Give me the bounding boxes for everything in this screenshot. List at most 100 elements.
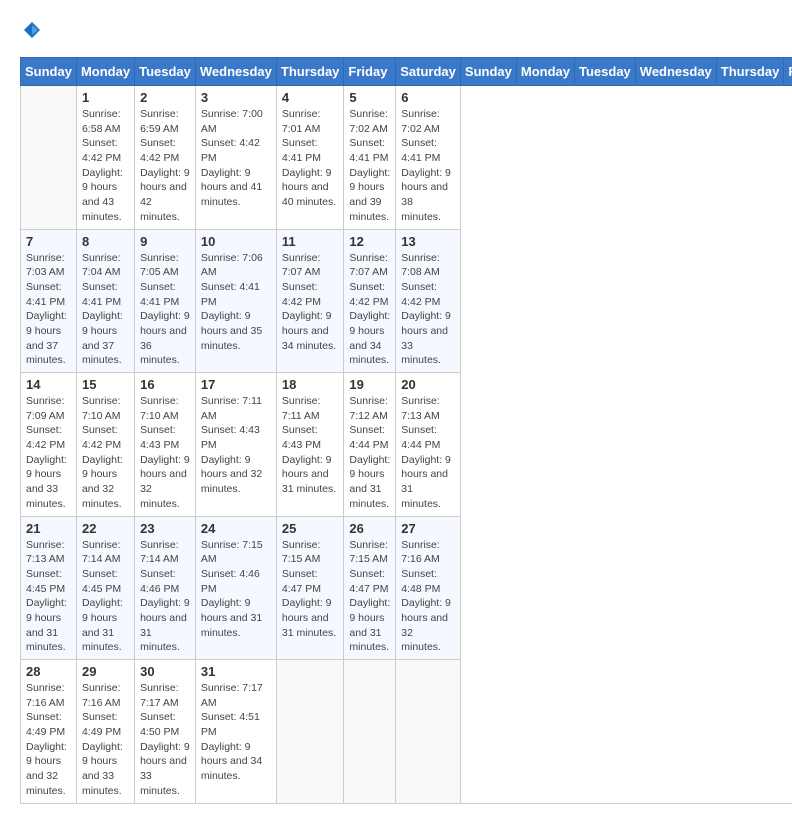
day-number: 22 (82, 521, 129, 536)
cell-sun-info: Sunrise: 7:05 AMSunset: 4:41 PMDaylight:… (140, 251, 190, 369)
cell-sun-info: Sunrise: 7:15 AMSunset: 4:47 PMDaylight:… (349, 538, 390, 656)
cell-sun-info: Sunrise: 7:07 AMSunset: 4:42 PMDaylight:… (282, 251, 339, 354)
cell-sun-info: Sunrise: 7:17 AMSunset: 4:50 PMDaylight:… (140, 681, 190, 799)
day-number: 24 (201, 521, 271, 536)
calendar-cell (276, 660, 344, 804)
calendar-cell: 3 Sunrise: 7:00 AMSunset: 4:42 PMDaylight… (195, 86, 276, 230)
day-number: 11 (282, 234, 339, 249)
cell-sun-info: Sunrise: 7:00 AMSunset: 4:42 PMDaylight:… (201, 107, 271, 210)
weekday-header-sunday: Sunday (460, 58, 516, 86)
cell-sun-info: Sunrise: 7:12 AMSunset: 4:44 PMDaylight:… (349, 394, 390, 512)
calendar-cell: 12 Sunrise: 7:07 AMSunset: 4:42 PMDayligh… (344, 229, 396, 373)
day-number: 3 (201, 90, 271, 105)
cell-sun-info: Sunrise: 7:08 AMSunset: 4:42 PMDaylight:… (401, 251, 455, 369)
weekday-header-row: SundayMondayTuesdayWednesdayThursdayFrid… (21, 58, 792, 86)
calendar-cell: 27Sunrise: 7:16 AMSunset: 4:48 PMDayligh… (396, 516, 461, 660)
weekday-header-friday: Friday (344, 58, 396, 86)
calendar-cell: 13 Sunrise: 7:08 AMSunset: 4:42 PMDayligh… (396, 229, 461, 373)
day-number: 19 (349, 377, 390, 392)
day-number: 20 (401, 377, 455, 392)
calendar-week-row: 21 Sunrise: 7:13 AMSunset: 4:45 PMDayligh… (21, 516, 792, 660)
weekday-header-thursday: Thursday (276, 58, 344, 86)
calendar-cell: 21 Sunrise: 7:13 AMSunset: 4:45 PMDayligh… (21, 516, 77, 660)
calendar-cell: 24 Sunrise: 7:15 AMSunset: 4:46 PMDayligh… (195, 516, 276, 660)
calendar-cell: 9 Sunrise: 7:05 AMSunset: 4:41 PMDaylight… (135, 229, 196, 373)
day-number: 29 (82, 664, 129, 679)
day-number: 31 (201, 664, 271, 679)
day-number: 27 (401, 521, 455, 536)
day-number: 4 (282, 90, 339, 105)
calendar-cell: 31Sunrise: 7:17 AMSunset: 4:51 PMDayligh… (195, 660, 276, 804)
day-number: 26 (349, 521, 390, 536)
calendar-cell: 22 Sunrise: 7:14 AMSunset: 4:45 PMDayligh… (76, 516, 134, 660)
cell-sun-info: Sunrise: 7:15 AMSunset: 4:47 PMDaylight:… (282, 538, 339, 641)
calendar-cell: 23 Sunrise: 7:14 AMSunset: 4:46 PMDayligh… (135, 516, 196, 660)
weekday-header-tuesday: Tuesday (135, 58, 196, 86)
calendar-cell: 30 Sunrise: 7:17 AMSunset: 4:50 PMDayligh… (135, 660, 196, 804)
calendar-cell: 11 Sunrise: 7:07 AMSunset: 4:42 PMDayligh… (276, 229, 344, 373)
calendar-cell: 19 Sunrise: 7:12 AMSunset: 4:44 PMDayligh… (344, 373, 396, 517)
calendar-week-row: 7 Sunrise: 7:03 AMSunset: 4:41 PMDaylight… (21, 229, 792, 373)
day-number: 12 (349, 234, 390, 249)
day-number: 23 (140, 521, 190, 536)
cell-sun-info: Sunrise: 7:14 AMSunset: 4:45 PMDaylight:… (82, 538, 129, 656)
calendar-cell: 4Sunrise: 7:01 AMSunset: 4:41 PMDaylight… (276, 86, 344, 230)
day-number: 15 (82, 377, 129, 392)
cell-sun-info: Sunrise: 7:11 AMSunset: 4:43 PMDaylight:… (201, 394, 271, 497)
weekday-header-saturday: Saturday (396, 58, 461, 86)
cell-sun-info: Sunrise: 7:04 AMSunset: 4:41 PMDaylight:… (82, 251, 129, 369)
calendar-cell (396, 660, 461, 804)
cell-sun-info: Sunrise: 7:02 AMSunset: 4:41 PMDaylight:… (401, 107, 455, 225)
day-number: 28 (26, 664, 71, 679)
page-header (20, 20, 772, 47)
weekday-header-tuesday: Tuesday (575, 58, 636, 86)
day-number: 18 (282, 377, 339, 392)
calendar-cell: 28Sunrise: 7:16 AMSunset: 4:49 PMDayligh… (21, 660, 77, 804)
calendar-cell: 25Sunrise: 7:15 AMSunset: 4:47 PMDayligh… (276, 516, 344, 660)
calendar-cell: 20 Sunrise: 7:13 AMSunset: 4:44 PMDayligh… (396, 373, 461, 517)
calendar-cell (344, 660, 396, 804)
weekday-header-friday: Friday (784, 58, 792, 86)
calendar-cell (21, 86, 77, 230)
cell-sun-info: Sunrise: 7:14 AMSunset: 4:46 PMDaylight:… (140, 538, 190, 656)
day-number: 1 (82, 90, 129, 105)
calendar-cell: 17Sunrise: 7:11 AMSunset: 4:43 PMDayligh… (195, 373, 276, 517)
calendar-week-row: 28Sunrise: 7:16 AMSunset: 4:49 PMDayligh… (21, 660, 792, 804)
calendar-cell: 10Sunrise: 7:06 AMSunset: 4:41 PMDayligh… (195, 229, 276, 373)
cell-sun-info: Sunrise: 7:15 AMSunset: 4:46 PMDaylight:… (201, 538, 271, 641)
calendar-cell: 8Sunrise: 7:04 AMSunset: 4:41 PMDaylight… (76, 229, 134, 373)
cell-sun-info: Sunrise: 6:58 AMSunset: 4:42 PMDaylight:… (82, 107, 129, 225)
calendar-week-row: 1 Sunrise: 6:58 AMSunset: 4:42 PMDaylight… (21, 86, 792, 230)
cell-sun-info: Sunrise: 7:07 AMSunset: 4:42 PMDaylight:… (349, 251, 390, 369)
weekday-header-thursday: Thursday (716, 58, 784, 86)
calendar-cell: 29Sunrise: 7:16 AMSunset: 4:49 PMDayligh… (76, 660, 134, 804)
weekday-header-monday: Monday (76, 58, 134, 86)
calendar-cell: 1 Sunrise: 6:58 AMSunset: 4:42 PMDaylight… (76, 86, 134, 230)
cell-sun-info: Sunrise: 7:13 AMSunset: 4:45 PMDaylight:… (26, 538, 71, 656)
calendar-cell: 16Sunrise: 7:10 AMSunset: 4:43 PMDayligh… (135, 373, 196, 517)
cell-sun-info: Sunrise: 6:59 AMSunset: 4:42 PMDaylight:… (140, 107, 190, 225)
day-number: 16 (140, 377, 190, 392)
weekday-header-monday: Monday (516, 58, 574, 86)
cell-sun-info: Sunrise: 7:13 AMSunset: 4:44 PMDaylight:… (401, 394, 455, 512)
calendar-cell: 7 Sunrise: 7:03 AMSunset: 4:41 PMDaylight… (21, 229, 77, 373)
day-number: 13 (401, 234, 455, 249)
cell-sun-info: Sunrise: 7:03 AMSunset: 4:41 PMDaylight:… (26, 251, 71, 369)
weekday-header-wednesday: Wednesday (635, 58, 716, 86)
calendar-cell: 26 Sunrise: 7:15 AMSunset: 4:47 PMDayligh… (344, 516, 396, 660)
day-number: 10 (201, 234, 271, 249)
calendar-cell: 5Sunrise: 7:02 AMSunset: 4:41 PMDaylight… (344, 86, 396, 230)
logo (20, 20, 42, 47)
day-number: 21 (26, 521, 71, 536)
calendar-week-row: 14 Sunrise: 7:09 AMSunset: 4:42 PMDayligh… (21, 373, 792, 517)
day-number: 7 (26, 234, 71, 249)
weekday-header-sunday: Sunday (21, 58, 77, 86)
day-number: 14 (26, 377, 71, 392)
cell-sun-info: Sunrise: 7:11 AMSunset: 4:43 PMDaylight:… (282, 394, 339, 497)
calendar-table: SundayMondayTuesdayWednesdayThursdayFrid… (20, 57, 792, 804)
day-number: 5 (349, 90, 390, 105)
calendar-cell: 14 Sunrise: 7:09 AMSunset: 4:42 PMDayligh… (21, 373, 77, 517)
day-number: 30 (140, 664, 190, 679)
day-number: 9 (140, 234, 190, 249)
cell-sun-info: Sunrise: 7:09 AMSunset: 4:42 PMDaylight:… (26, 394, 71, 512)
